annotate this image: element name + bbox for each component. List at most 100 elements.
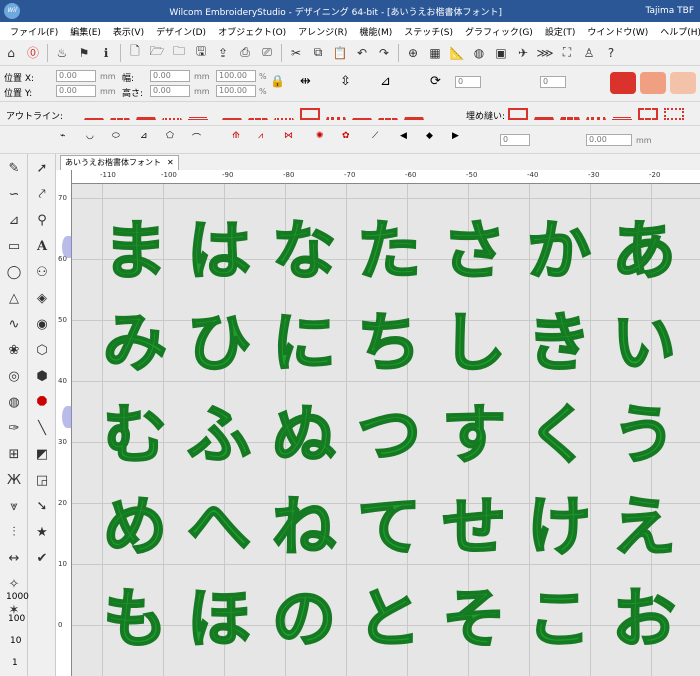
octagon-icon[interactable]: ⯃ [30,390,54,414]
new-file-icon[interactable]: 🗋 [126,44,144,62]
outline-backstitch[interactable] [162,108,182,120]
hexagon-icon[interactable]: ⬡ [30,338,54,362]
outline-bean[interactable] [222,108,242,120]
input-a-icon[interactable]: ⊿ [2,208,26,232]
embroidery-glyph[interactable]: に [264,304,344,384]
mirror-h-icon[interactable]: ⇹ [300,74,311,89]
graphic-icon[interactable]: ▣ [492,44,510,62]
stamp-icon[interactable]: ◲ [30,468,54,492]
embroidery-glyph[interactable]: さ [434,212,514,292]
embroidery-glyph[interactable]: せ [434,488,514,568]
offset-field[interactable]: 0.00 [586,134,632,146]
mesh-icon[interactable]: ⊞ [2,442,26,466]
ellipse-icon[interactable]: ⬭ [112,131,120,141]
print-icon[interactable]: ⎙ [236,44,254,62]
width-field[interactable]: 0.00 [150,70,190,82]
fill-style-light[interactable] [670,72,696,94]
chenille-icon[interactable]: Ж [2,468,26,492]
align-left-icon[interactable]: ◀ [400,131,407,141]
embroidery-glyph[interactable]: す [434,396,514,476]
ellipse-tool-icon[interactable]: ◯ [2,260,26,284]
embroidery-glyph[interactable]: ね [264,488,344,568]
mirror-v-icon[interactable]: ⇳ [340,74,351,89]
outline-loop[interactable] [352,108,372,120]
embroidery-glyph[interactable]: こ [519,580,599,660]
cut-icon[interactable]: ✂ [287,44,305,62]
digitize-icon[interactable]: ✎ [2,156,26,180]
embroidery-glyph[interactable]: ふ [179,396,259,476]
align-right-icon[interactable]: ▶ [452,131,459,141]
ruler-icon[interactable]: ⫶ [2,520,26,544]
embroidery-glyph[interactable]: へ [179,488,259,568]
fill-style-active[interactable] [610,72,636,94]
menu-view[interactable]: 表示(V) [107,25,150,38]
lettering-icon[interactable]: A [30,234,54,258]
align-center-icon[interactable]: ◆ [426,131,433,141]
cut-line-icon[interactable]: ⟋ [372,131,378,141]
travel-icon[interactable]: ✈ [514,44,532,62]
curve-icon[interactable]: ⌒ [192,131,201,144]
embroidery-glyph[interactable]: な [264,212,344,292]
outline-run[interactable] [84,108,104,120]
embroidery-glyph[interactable]: ひ [179,304,259,384]
arc-icon[interactable]: ◡ [86,131,94,141]
scale-y-field[interactable]: 100.00 [216,85,256,97]
menu-file[interactable]: ファイル(F) [4,25,64,38]
monogram-icon[interactable]: ◈ [30,286,54,310]
fill-satin[interactable] [534,108,554,120]
outline-stemstitch[interactable] [188,108,208,120]
color-wheel-icon[interactable]: ◍ [470,44,488,62]
outline-motif[interactable] [378,108,398,120]
outline-square[interactable] [300,108,320,120]
apply-icon[interactable]: ✔ [30,546,54,570]
sequin-tool-icon[interactable]: ◉ [30,312,54,336]
embroidery-glyph[interactable]: き [519,304,599,384]
fill-contour[interactable] [586,108,606,120]
embroidery-glyph[interactable]: み [95,304,175,384]
fill-tool-icon[interactable]: ◩ [30,442,54,466]
stop-icon[interactable]: ⛶ [558,44,576,62]
measure-tool-icon[interactable]: ↔ [2,546,26,570]
measure-icon[interactable]: 📐 [448,44,466,62]
embroidery-glyph[interactable]: ぬ [264,396,344,476]
paste-icon[interactable]: 📋 [331,44,349,62]
embroidery-glyph[interactable]: お [604,580,684,660]
menu-help[interactable]: ヘルプ(H) [654,25,700,38]
y-position-field[interactable]: 0.00 [56,85,96,97]
fill-tatami[interactable] [508,108,528,120]
rotate-field[interactable]: 0 [455,76,481,88]
embroidery-glyph[interactable]: え [604,488,684,568]
outline-raised[interactable] [404,108,424,120]
rectangle-icon[interactable]: ▭ [2,234,26,258]
freehand-icon[interactable]: ∿ [2,312,26,336]
menu-edit[interactable]: 編集(E) [64,25,107,38]
help-icon[interactable]: ? [602,44,620,62]
scale-x-field[interactable]: 100.00 [216,70,256,82]
team-names-icon[interactable]: ⚇ [30,260,54,284]
menu-window[interactable]: ウインドウ(W) [581,25,654,38]
embroidery-glyph[interactable]: む [95,396,175,476]
x-position-field[interactable]: 0.00 [56,70,96,82]
embroidery-glyph[interactable]: あ [604,212,684,292]
outline-blanket[interactable] [248,108,268,120]
embroidery-glyph[interactable]: め [95,488,175,568]
embroidery-glyph[interactable]: く [519,396,599,476]
embroidery-glyph[interactable]: け [519,488,599,568]
grid-icon[interactable]: ▦ [426,44,444,62]
menu-arrange[interactable]: アレンジ(R) [292,25,353,38]
zoom-icon[interactable]: ⊕ [404,44,422,62]
stitch-angle-icon[interactable]: ⟰ [232,131,240,141]
embroidery-glyph[interactable]: た [349,212,429,292]
embroidery-glyph[interactable]: ま [95,212,175,292]
select-tool-icon[interactable]: ➘ [30,494,54,518]
close-tab-icon[interactable]: ✕ [167,156,174,170]
undo-icon[interactable]: ↶ [353,44,371,62]
print-preview-icon[interactable]: ⎚ [258,44,276,62]
embroidery-glyph[interactable]: の [264,580,344,660]
fill-cross[interactable] [664,108,684,120]
menu-settings[interactable]: 設定(T) [539,25,582,38]
select-arrow-icon[interactable]: ➚ [30,156,54,180]
bead-icon[interactable]: ⬢ [30,364,54,388]
outline-zigzag[interactable] [274,108,294,120]
menu-graphics[interactable]: グラフィック(G) [459,25,539,38]
